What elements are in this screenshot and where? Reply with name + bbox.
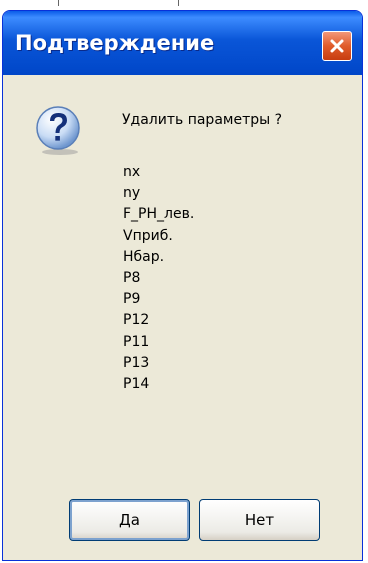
top-mark-right <box>178 0 179 6</box>
confirmation-message: Удалить параметры ? <box>122 112 283 128</box>
parameter-item: P13 <box>123 354 150 371</box>
titlebar[interactable]: Подтверждение <box>3 11 362 75</box>
yes-button[interactable]: Да <box>69 499 190 541</box>
question-icon <box>36 106 80 155</box>
top-mark-left <box>58 0 59 6</box>
parameter-item: P14 <box>123 375 150 392</box>
parameter-list: nx ny F_PH_лев. Vприб. Hбар. P8 P9 P12 P… <box>123 162 194 395</box>
parameter-item: Hбар. <box>123 248 165 265</box>
dialog-body: Удалить параметры ? nx ny F_PH_лев. Vпри… <box>3 75 362 560</box>
no-button[interactable]: Нет <box>199 499 320 541</box>
parameter-item: P9 <box>123 291 141 308</box>
confirmation-dialog: Подтверждение Удалить параметры ? nx ny … <box>2 10 363 561</box>
parameter-item: P11 <box>123 333 150 350</box>
parameter-item: Vприб. <box>123 227 173 244</box>
dialog-title: Подтверждение <box>15 31 215 55</box>
parameter-item: ny <box>123 185 141 202</box>
close-button[interactable] <box>322 31 352 61</box>
close-icon <box>330 39 344 53</box>
parameter-item: P8 <box>123 269 141 286</box>
parameter-item: nx <box>123 164 141 180</box>
parameter-item: P12 <box>123 312 150 329</box>
parameter-item: F_PH_лев. <box>123 206 195 223</box>
